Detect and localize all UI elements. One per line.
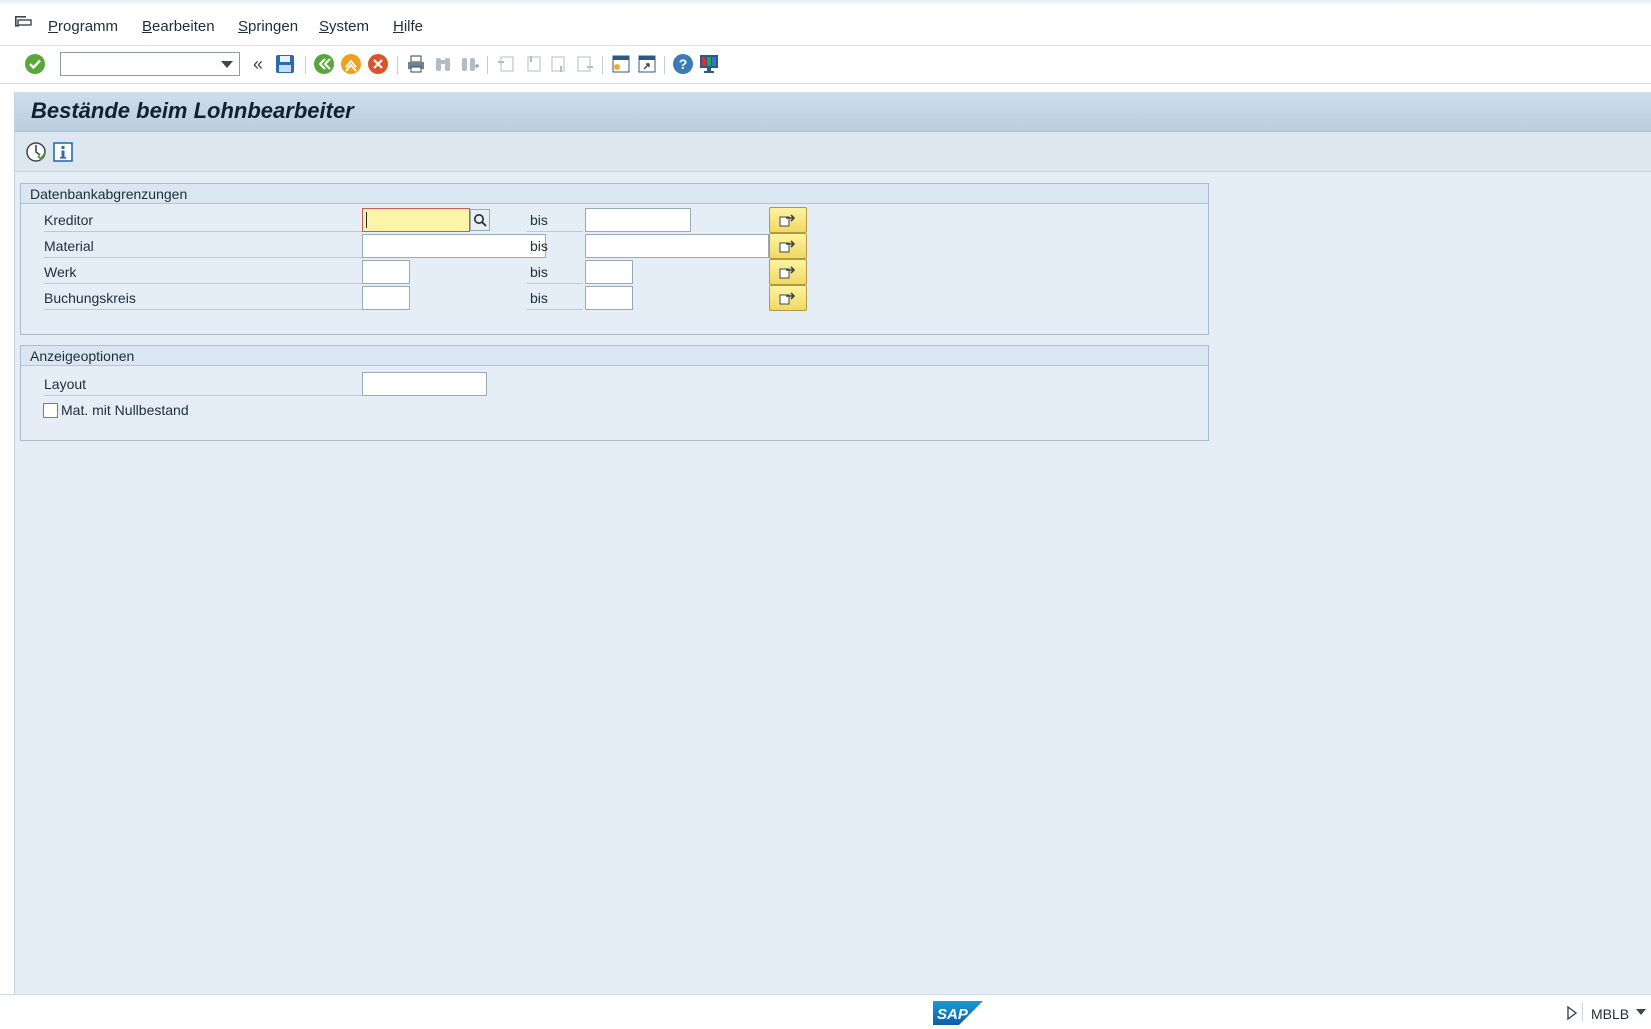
menu-icon[interactable] bbox=[14, 14, 32, 30]
application-toolbar bbox=[15, 132, 1651, 172]
find-next-button[interactable] bbox=[459, 53, 481, 75]
find-button[interactable] bbox=[432, 53, 454, 75]
print-button[interactable] bbox=[405, 53, 427, 75]
previous-page-button[interactable] bbox=[522, 53, 544, 75]
multiple-selection-icon bbox=[779, 214, 796, 227]
last-page-icon bbox=[577, 56, 593, 72]
material-to-input[interactable] bbox=[585, 234, 769, 258]
menu-item-hilfe[interactable]: Hilfe bbox=[393, 18, 423, 35]
kreditor-to-input[interactable] bbox=[585, 208, 691, 232]
chevron-down-icon[interactable] bbox=[1636, 1009, 1646, 1015]
multiple-selection-icon bbox=[779, 292, 796, 305]
info-button[interactable] bbox=[52, 141, 74, 163]
werk-to-input[interactable] bbox=[585, 260, 633, 284]
row-label-buchungskreis: Buchungskreis bbox=[44, 286, 365, 310]
sap-logo: SAP bbox=[933, 1001, 983, 1025]
exit-button[interactable] bbox=[340, 53, 362, 75]
new-session-icon bbox=[612, 55, 630, 73]
info-icon bbox=[53, 142, 73, 162]
first-page-button[interactable] bbox=[495, 53, 517, 75]
page-title: Bestände beim Lohnbearbeiter bbox=[31, 98, 354, 123]
transaction-code: MBLB bbox=[1591, 1006, 1630, 1022]
multiple-selection-button[interactable] bbox=[769, 259, 807, 285]
werk-from-input[interactable] bbox=[362, 260, 410, 284]
main-area: Bestände beim Lohnbearbeiter Datenbankab… bbox=[14, 92, 1651, 994]
row-label-layout: Layout bbox=[44, 372, 365, 396]
row-label-kreditor: Kreditor bbox=[44, 208, 365, 232]
text-cursor bbox=[366, 212, 367, 228]
enter-button[interactable] bbox=[24, 53, 46, 75]
multiple-selection-button[interactable] bbox=[769, 233, 807, 259]
previous-page-icon bbox=[527, 56, 541, 72]
binoculars-plus-icon bbox=[462, 58, 479, 71]
first-page-icon bbox=[498, 56, 514, 72]
title-bar: Bestände beim Lohnbearbeiter bbox=[15, 92, 1651, 132]
next-page-icon bbox=[551, 56, 565, 72]
group-display-options: Anzeigeoptionen Layout Mat. mit Nullbest… bbox=[20, 345, 1209, 441]
zero-stock-checkbox-label: Mat. mit Nullbestand bbox=[61, 402, 189, 418]
magnifier-icon bbox=[474, 214, 487, 227]
multiple-selection-button[interactable] bbox=[769, 285, 807, 311]
save-button[interactable] bbox=[274, 53, 296, 75]
next-page-button[interactable] bbox=[548, 53, 570, 75]
play-icon[interactable] bbox=[1566, 1005, 1578, 1021]
last-page-button[interactable] bbox=[574, 53, 596, 75]
group-header: Datenbankabgrenzungen bbox=[21, 184, 1208, 204]
zero-stock-checkbox[interactable] bbox=[43, 403, 58, 418]
back-button[interactable] bbox=[313, 53, 335, 75]
monitor-icon bbox=[700, 55, 718, 73]
save-icon bbox=[276, 55, 294, 73]
layout-input[interactable] bbox=[362, 372, 487, 396]
group-database-selections: Datenbankabgrenzungen Kreditor bis Mater… bbox=[20, 183, 1209, 335]
menu-item-programm[interactable]: Programm bbox=[48, 18, 118, 35]
print-icon bbox=[408, 55, 424, 73]
standard-toolbar: « ? bbox=[0, 46, 1651, 84]
collapse-button[interactable]: « bbox=[247, 53, 269, 75]
row-label-material: Material bbox=[44, 234, 365, 258]
bis-label: bis bbox=[530, 238, 548, 254]
bis-label: bis bbox=[527, 260, 583, 284]
shortcut-button[interactable] bbox=[636, 53, 658, 75]
buchungskreis-to-input[interactable] bbox=[585, 286, 633, 310]
multiple-selection-icon bbox=[779, 240, 796, 253]
material-from-input[interactable] bbox=[362, 234, 546, 258]
status-bar: SAP MBLB bbox=[0, 994, 1651, 1029]
svg-text:SAP: SAP bbox=[937, 1006, 969, 1023]
checkmark-icon bbox=[25, 54, 45, 74]
execute-icon bbox=[26, 142, 46, 162]
menu-item-springen[interactable]: Springen bbox=[238, 18, 298, 35]
new-session-button[interactable] bbox=[610, 53, 632, 75]
row-label-werk: Werk bbox=[44, 260, 365, 284]
multiple-selection-icon bbox=[779, 266, 796, 279]
bis-label: bis bbox=[527, 286, 583, 310]
exit-icon bbox=[341, 54, 361, 74]
cancel-icon bbox=[368, 54, 388, 74]
menu-bar: Programm Bearbeiten Springen System Hilf… bbox=[0, 0, 1651, 46]
multiple-selection-button[interactable] bbox=[769, 207, 807, 233]
chevron-down-icon[interactable] bbox=[221, 61, 233, 68]
binoculars-icon bbox=[436, 58, 450, 71]
command-field[interactable] bbox=[60, 52, 240, 76]
shortcut-icon bbox=[638, 55, 656, 73]
kreditor-from-input[interactable] bbox=[362, 208, 470, 232]
execute-button[interactable] bbox=[25, 141, 47, 163]
back-icon bbox=[314, 54, 334, 74]
help-button[interactable]: ? bbox=[672, 53, 694, 75]
bis-label: bis bbox=[527, 208, 583, 232]
menu-item-system[interactable]: System bbox=[319, 18, 369, 35]
group-header: Anzeigeoptionen bbox=[21, 346, 1208, 366]
buchungskreis-from-input[interactable] bbox=[362, 286, 410, 310]
svg-text:?: ? bbox=[679, 56, 688, 72]
cancel-button[interactable] bbox=[367, 53, 389, 75]
customize-layout-button[interactable] bbox=[698, 53, 720, 75]
help-icon: ? bbox=[673, 54, 693, 74]
menu-item-bearbeiten[interactable]: Bearbeiten bbox=[142, 18, 215, 35]
search-help-button[interactable] bbox=[470, 209, 490, 231]
